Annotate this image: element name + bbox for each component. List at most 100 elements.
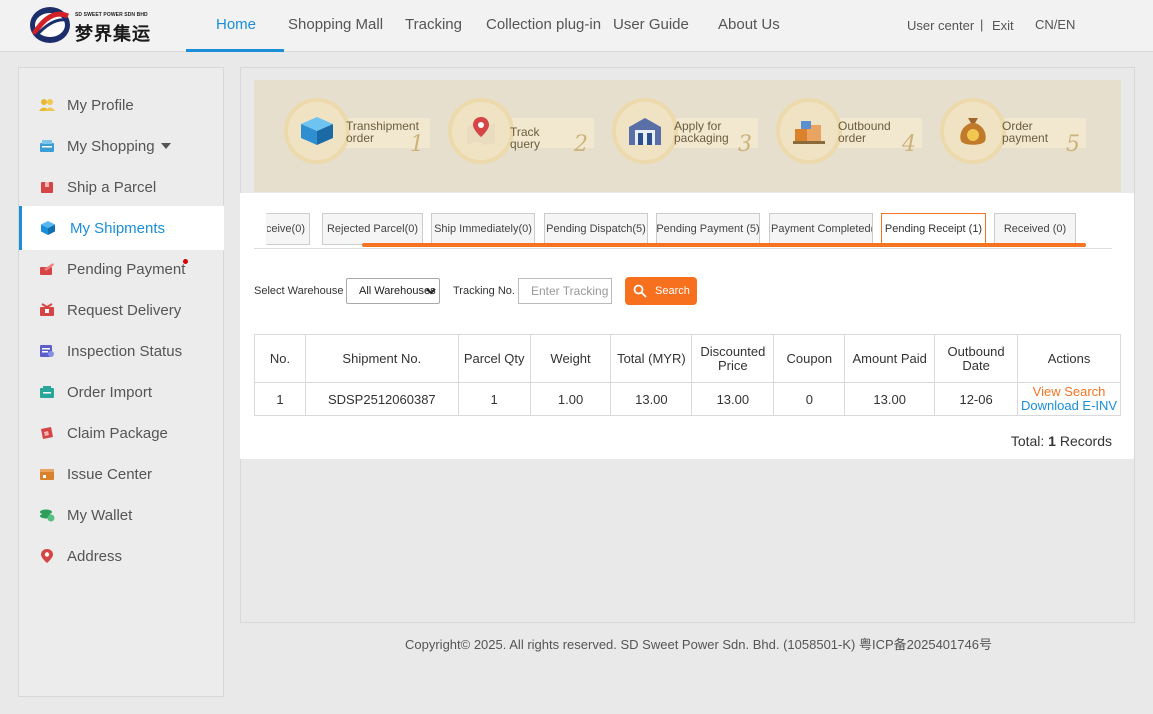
sidebar-item-request-delivery[interactable]: Request Delivery (19, 288, 224, 332)
cell-coupon: 0 (773, 382, 846, 416)
nav-about-us[interactable]: About Us (718, 16, 780, 33)
sidebar-item-ship-a-parcel[interactable]: Ship a Parcel (19, 165, 224, 209)
top-navigation-bar: SD SWEET POWER SDN BHD 梦界集运 Home Shoppin… (0, 0, 1153, 52)
warehouse-icon (612, 98, 678, 164)
sidebar-item-claim-package[interactable]: Claim Package (19, 411, 224, 455)
step-label: Transhipment order (346, 119, 419, 145)
warehouse-select[interactable]: All Warehouses (346, 278, 440, 304)
nav-home[interactable]: Home (216, 16, 256, 33)
total-count: 1 (1048, 433, 1056, 449)
view-search-link[interactable]: View Search (1018, 385, 1120, 399)
cell-no: 1 (254, 382, 306, 416)
shipments-table: No. Shipment No. Parcel Qty Weight Total… (254, 334, 1121, 416)
sidebar-item-my-shopping[interactable]: My Shopping (19, 124, 224, 168)
logo-text: 梦界集运 (75, 24, 151, 44)
step-number: 5 (1066, 132, 1080, 157)
sidebar-item-label: My Profile (67, 96, 134, 114)
nav-user-guide[interactable]: User Guide (613, 16, 689, 33)
download-einv-link[interactable]: Download E-INV (1018, 399, 1120, 413)
exit-link[interactable]: Exit (992, 18, 1014, 33)
tab-received[interactable]: Received (0) (994, 213, 1076, 245)
total-records: Total: 1 Records (1011, 433, 1112, 449)
nav-tracking[interactable]: Tracking (405, 16, 462, 33)
sidebar-item-order-import[interactable]: Order Import (19, 370, 224, 414)
chevron-down-icon[interactable] (161, 143, 171, 149)
wallet-icon (39, 507, 55, 523)
sidebar-item-label: Issue Center (67, 465, 153, 483)
warehouse-label: Select Warehouse (254, 285, 344, 297)
sidebar-item-label: My Shopping (67, 137, 155, 155)
cube-icon (40, 220, 56, 236)
tab-pending-dispatch[interactable]: Pending Dispatch(5) (544, 213, 648, 245)
nav-collection-plugin[interactable]: Collection plug-in (486, 16, 601, 33)
tab-pending-payment[interactable]: Pending Payment (5) (656, 213, 760, 245)
tab-ship-immediately[interactable]: Ship Immediately(0) (431, 213, 535, 245)
sidebar-item-my-profile[interactable]: My Profile (19, 83, 224, 127)
column-header: Discounted Price (691, 334, 775, 383)
sidebar-item-pending-payment[interactable]: Pending Payment (19, 247, 224, 291)
tab-rejected-parcel[interactable]: Rejected Parcel(0) (322, 213, 423, 245)
cell-actions: View Search Download E-INV (1017, 382, 1121, 416)
logo[interactable]: SD SWEET POWER SDN BHD 梦界集运 (28, 4, 158, 46)
tab-scroll-indicator[interactable] (362, 243, 1086, 247)
cell-outbound-date: 12-06 (934, 382, 1019, 416)
total-suffix: Records (1055, 433, 1112, 449)
sidebar-item-label: Pending Payment (67, 260, 186, 278)
sidebar-item-label: Inspection Status (67, 342, 183, 360)
sidebar-item-address[interactable]: Address (19, 534, 224, 578)
inspection-icon (39, 343, 55, 359)
tab-pending-receive-partial[interactable]: ceive(0) (266, 213, 310, 245)
search-button[interactable]: Search (625, 277, 697, 305)
user-center-link[interactable]: User center (907, 18, 974, 33)
sidebar-item-label: My Wallet (67, 506, 133, 524)
step-number: 4 (902, 132, 916, 157)
import-icon (39, 384, 55, 400)
shopping-basket-icon (39, 138, 55, 154)
sidebar-item-inspection-status[interactable]: Inspection Status (19, 329, 224, 373)
tracking-number-input[interactable]: Enter Tracking No. (518, 278, 612, 304)
map-pin-icon (448, 98, 514, 164)
shipments-card: ceive(0) Rejected Parcel(0) Ship Immedia… (240, 193, 1134, 459)
step-label: Order payment (1002, 119, 1049, 145)
notification-dot (183, 259, 188, 264)
sidebar-item-label: Claim Package (67, 424, 168, 442)
nav-shopping-mall[interactable]: Shopping Mall (288, 16, 383, 33)
cell-weight: 1.00 (529, 382, 612, 416)
table-header-row: No. Shipment No. Parcel Qty Weight Total… (254, 334, 1121, 383)
step-number: 3 (738, 132, 752, 157)
sidebar-item-my-shipments[interactable]: My Shipments (19, 206, 224, 250)
total-prefix: Total: (1010, 433, 1049, 449)
cell-shipment-no: SDSP2512060387 (304, 382, 459, 416)
step-label: Track query (510, 125, 541, 151)
box-icon (284, 98, 350, 164)
sidebar-item-label: Address (67, 547, 123, 565)
column-header: Coupon (773, 334, 846, 383)
top-separator: | (980, 17, 984, 32)
cell-discounted-price: 13.00 (691, 382, 775, 416)
column-header: No. (254, 334, 306, 383)
search-button-label: Search (655, 285, 690, 297)
table-row: 1 SDSP2512060387 1 1.00 13.00 13.00 0 13… (254, 382, 1121, 416)
column-header: Shipment No. (304, 334, 459, 383)
search-icon (633, 284, 647, 298)
sidebar-item-label: My Shipments (70, 219, 166, 237)
chevron-down-icon (426, 288, 436, 295)
sidebar: My Profile My Shopping Ship a Parcel My … (18, 67, 224, 697)
sidebar-item-label: Order Import (67, 383, 153, 401)
payment-icon (39, 261, 55, 277)
logo-emblem-icon (30, 7, 70, 43)
sidebar-item-label: Ship a Parcel (67, 178, 157, 196)
cell-parcel-qty: 1 (457, 382, 531, 416)
language-switch[interactable]: CN/EN (1035, 17, 1075, 32)
sidebar-item-issue-center[interactable]: Issue Center (19, 452, 224, 496)
cell-amount-paid: 13.00 (844, 382, 936, 416)
issue-icon (39, 466, 55, 482)
sidebar-item-label: Request Delivery (67, 301, 182, 319)
tab-divider (254, 248, 1112, 249)
tab-pending-receipt[interactable]: Pending Receipt (1) (881, 213, 986, 245)
column-header: Actions (1017, 334, 1121, 383)
delivery-icon (39, 302, 55, 318)
warehouse-select-value: All Warehouses (359, 285, 436, 297)
tab-payment-completed[interactable]: Payment Completed(1) (769, 213, 873, 245)
sidebar-item-my-wallet[interactable]: My Wallet (19, 493, 224, 537)
